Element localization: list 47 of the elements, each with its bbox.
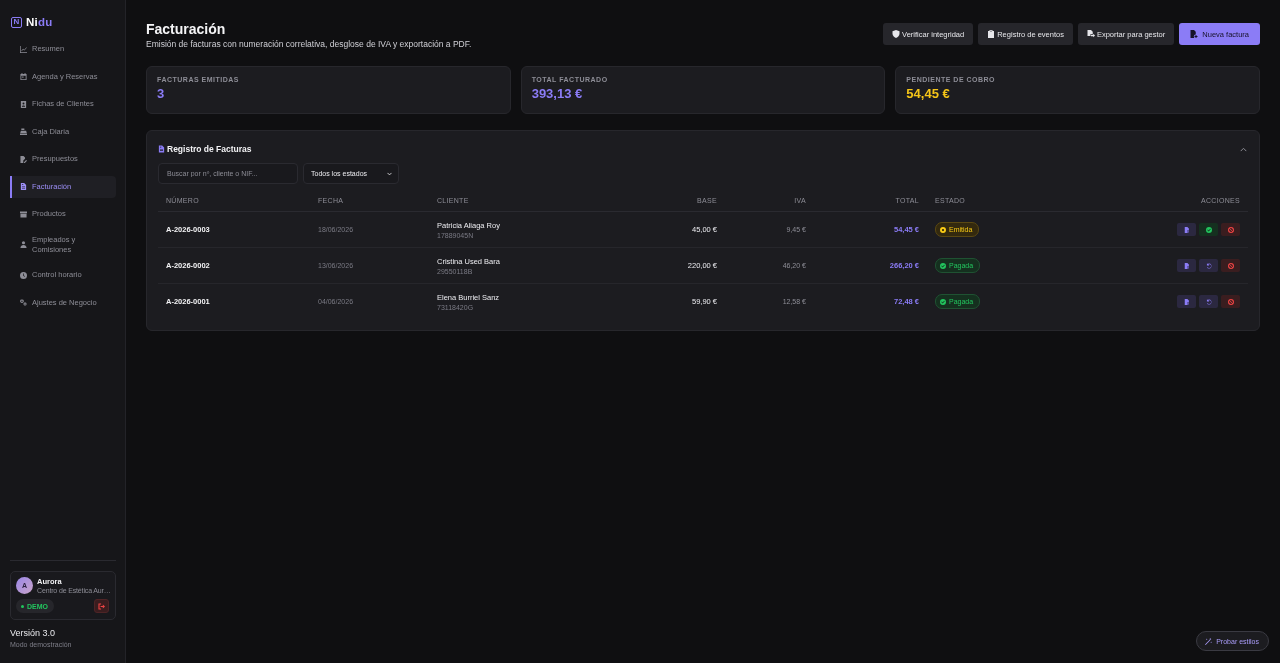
magic-wand-icon bbox=[1205, 637, 1213, 645]
brand-name: Nidu bbox=[26, 16, 53, 28]
cancel-button[interactable] bbox=[1221, 223, 1240, 236]
undo-button[interactable] bbox=[1199, 259, 1218, 272]
file-icon bbox=[1183, 298, 1190, 305]
ban-icon bbox=[1227, 298, 1234, 305]
mark-paid-button[interactable] bbox=[1199, 223, 1218, 236]
invoice-icon bbox=[20, 183, 27, 190]
cash-register-icon bbox=[20, 128, 27, 135]
panel-title: Registro de Facturas bbox=[167, 144, 252, 154]
file-icon bbox=[1183, 262, 1190, 269]
cancel-button[interactable] bbox=[1221, 259, 1240, 272]
logo-mark: N bbox=[11, 16, 22, 28]
shield-icon bbox=[892, 30, 901, 38]
status-dot-icon bbox=[21, 604, 24, 608]
stat-value: 54,45 € bbox=[906, 86, 951, 101]
clipboard-icon bbox=[987, 30, 996, 38]
cancel-button[interactable] bbox=[1221, 295, 1240, 308]
stat-value: 3 bbox=[157, 86, 166, 101]
undo-button[interactable] bbox=[1199, 295, 1218, 308]
contact-card-icon bbox=[20, 100, 27, 108]
file-icon bbox=[1183, 226, 1190, 233]
person-icon bbox=[20, 241, 27, 248]
file-plus-icon bbox=[1190, 30, 1199, 38]
chart-icon bbox=[20, 45, 27, 53]
file-export-icon bbox=[1086, 30, 1095, 38]
pdf-button[interactable] bbox=[1177, 259, 1196, 272]
stat-value: 393,13 € bbox=[531, 86, 584, 101]
version-text: Versión 3.0 bbox=[10, 628, 57, 638]
pdf-button[interactable] bbox=[1177, 295, 1196, 308]
undo-icon bbox=[1205, 298, 1212, 305]
ban-icon bbox=[1227, 226, 1234, 233]
logout-icon bbox=[98, 602, 105, 610]
box-icon bbox=[20, 210, 27, 218]
page-title: Facturación bbox=[146, 21, 227, 37]
logout-button[interactable] bbox=[94, 599, 109, 613]
undo-icon bbox=[1205, 262, 1212, 269]
invoice-icon bbox=[158, 145, 165, 153]
page-subtitle: Emisión de facturas con numeración correlativa, desglose de IVA y exportación a PDF. bbox=[146, 39, 472, 49]
file-pen-icon bbox=[20, 155, 27, 163]
clock-icon bbox=[20, 271, 27, 279]
caret-icon bbox=[387, 171, 392, 176]
ban-icon bbox=[1227, 262, 1234, 269]
gears-icon bbox=[20, 299, 27, 306]
pdf-button[interactable] bbox=[1177, 223, 1196, 236]
chevron-up-icon[interactable] bbox=[1240, 146, 1247, 152]
calendar-icon bbox=[20, 73, 27, 80]
